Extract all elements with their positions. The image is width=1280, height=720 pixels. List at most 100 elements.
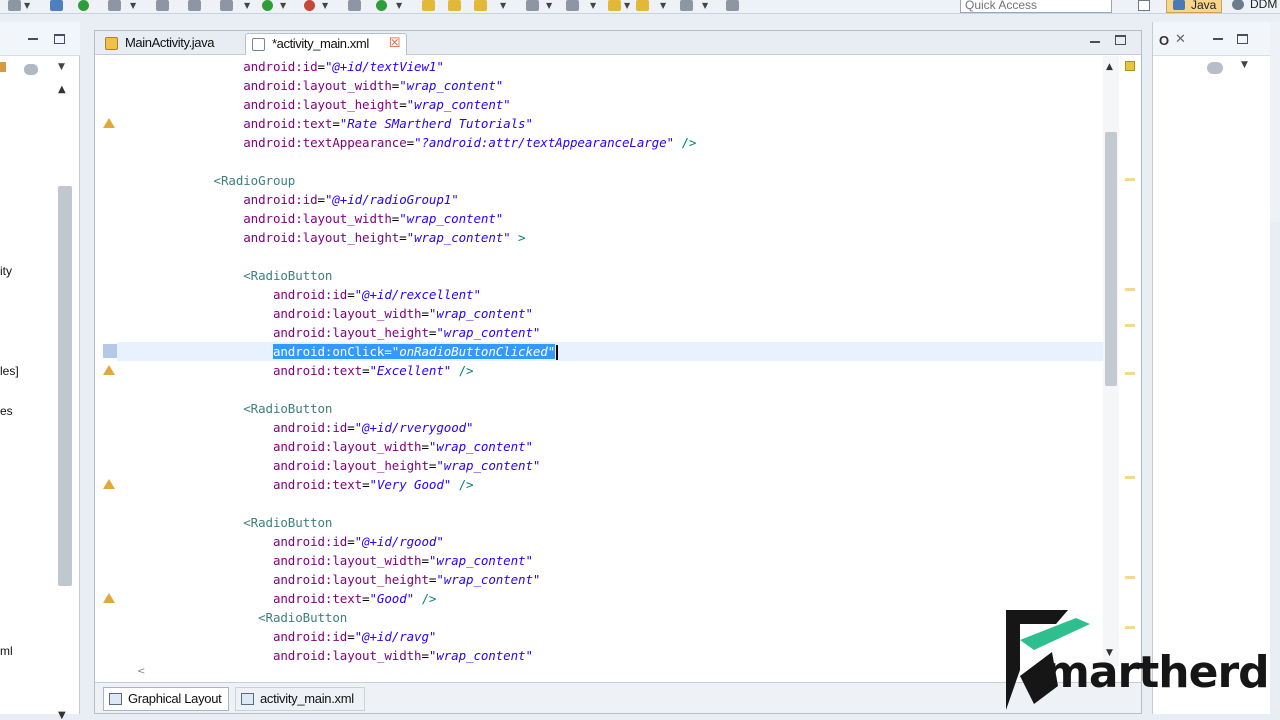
code-line[interactable]: android:layout_width="wrap_content" — [117, 551, 1103, 570]
open-perspective-icon[interactable] — [1138, 0, 1150, 11]
overview-warning-mark[interactable] — [1125, 324, 1135, 327]
chevron-down-icon[interactable]: ▼ — [624, 1, 630, 10]
tab-activity-main-xml[interactable]: *activity_main.xml ☒ — [245, 33, 407, 55]
maximize-icon[interactable] — [1237, 34, 1248, 44]
chevron-down-icon[interactable]: ▼ — [546, 1, 552, 10]
scroll-down-icon[interactable]: ▼ — [58, 710, 66, 720]
maximize-icon[interactable] — [54, 34, 65, 44]
warning-summary-icon[interactable] — [1125, 61, 1135, 71]
overview-warning-mark[interactable] — [1125, 576, 1135, 579]
code-line[interactable]: android:text="Good" /> — [117, 589, 1103, 608]
code-line[interactable]: android:layout_width="wrap_content" — [117, 209, 1103, 228]
save-icon[interactable] — [50, 0, 63, 11]
code-line[interactable]: <RadioGroup — [117, 171, 1103, 190]
code-line[interactable]: android:id="@+id/textView1" — [117, 57, 1103, 76]
back-icon[interactable] — [608, 0, 621, 11]
overview-warning-mark[interactable] — [1125, 372, 1135, 375]
code-line[interactable]: android:layout_height="wrap_content" > — [117, 228, 1103, 247]
new-class-icon[interactable] — [376, 0, 387, 11]
close-icon[interactable]: ✕ — [1175, 32, 1186, 47]
code-line[interactable]: android:text="Rate SMartherd Tutorials" — [117, 114, 1103, 133]
run-icon[interactable] — [262, 0, 273, 11]
close-tab-icon[interactable]: ☒ — [389, 34, 401, 54]
code-line[interactable] — [117, 247, 1103, 266]
print-icon[interactable] — [78, 0, 89, 11]
open-task-icon[interactable] — [448, 0, 461, 11]
open-type-icon[interactable] — [422, 0, 435, 11]
chevron-down-icon[interactable]: ▼ — [280, 1, 286, 10]
tree-item[interactable]: ml — [0, 644, 13, 658]
scrollbar-thumb[interactable] — [1105, 132, 1117, 386]
scroll-up-icon[interactable]: ▲ — [1106, 62, 1113, 72]
view-menu-icon[interactable]: ▼ — [58, 62, 65, 72]
chevron-down-icon[interactable]: ▼ — [590, 1, 596, 10]
pin-editor-icon[interactable] — [680, 0, 693, 11]
debug-icon[interactable] — [220, 0, 233, 11]
code-line[interactable]: android:layout_width="wrap_content" — [117, 304, 1103, 323]
code-line[interactable]: <RadioButton — [117, 608, 1103, 627]
link-editor-icon[interactable] — [24, 64, 38, 75]
search-icon[interactable] — [188, 0, 201, 11]
code-line[interactable]: android:layout_height="wrap_content" — [117, 456, 1103, 475]
chevron-down-icon[interactable]: ▼ — [396, 1, 402, 10]
android-sdk-icon[interactable] — [156, 0, 169, 11]
scroll-left-icon[interactable]: < — [137, 666, 145, 677]
tab-graphical-layout[interactable]: Graphical Layout — [103, 687, 229, 711]
annotation-icon[interactable] — [526, 0, 539, 11]
forward-icon[interactable] — [636, 0, 649, 11]
code-line[interactable]: android:id="@+id/rexcellent" — [117, 285, 1103, 304]
code-line[interactable]: android:onClick="onRadioButtonClicked" — [117, 342, 1103, 361]
view-icon[interactable] — [726, 0, 739, 11]
new-java-project-icon[interactable] — [348, 0, 361, 11]
code-line[interactable]: android:id="@+id/rverygood" — [117, 418, 1103, 437]
code-line[interactable]: <RadioButton — [117, 513, 1103, 532]
chevron-down-icon[interactable]: ▼ — [130, 1, 136, 10]
quick-access-input[interactable] — [960, 0, 1112, 13]
code-line[interactable] — [117, 380, 1103, 399]
next-annotation-icon[interactable] — [566, 0, 579, 11]
code-line[interactable] — [117, 494, 1103, 513]
code-line[interactable]: android:layout_height="wrap_content" — [117, 95, 1103, 114]
code-line[interactable]: android:id="@+id/rgood" — [117, 532, 1103, 551]
perspective-java[interactable]: Java — [1166, 0, 1222, 13]
tab-xml-source[interactable]: activity_main.xml — [235, 687, 365, 711]
code-line[interactable] — [117, 152, 1103, 171]
outline-toolbar-icon[interactable] — [1207, 62, 1223, 74]
search-file-icon[interactable] — [474, 0, 487, 11]
chevron-down-icon[interactable]: ▼ — [322, 1, 328, 10]
chevron-down-icon[interactable]: ▼ — [24, 1, 30, 10]
warning-icon[interactable] — [103, 118, 115, 128]
chevron-down-icon[interactable]: ▼ — [660, 1, 666, 10]
minimize-icon[interactable] — [28, 38, 38, 40]
perspective-ddms[interactable]: DDM — [1228, 0, 1280, 13]
tree-item[interactable]: ity — [0, 264, 12, 278]
code-line[interactable]: android:id="@+id/radioGroup1" — [117, 190, 1103, 209]
outline-view-icon[interactable]: O — [1159, 33, 1169, 48]
overview-warning-mark[interactable] — [1125, 178, 1135, 181]
new-icon[interactable] — [8, 0, 21, 11]
collapse-all-icon[interactable] — [0, 62, 6, 72]
warning-icon[interactable] — [103, 593, 115, 603]
code-line[interactable]: android:layout_height="wrap_content" — [117, 323, 1103, 342]
code-line[interactable]: android:textAppearance="?android:attr/te… — [117, 133, 1103, 152]
minimize-icon[interactable] — [1090, 41, 1100, 43]
package-explorer-scrollbar[interactable] — [58, 186, 72, 586]
overview-warning-mark[interactable] — [1125, 288, 1135, 291]
code-line[interactable]: <RadioButton — [117, 266, 1103, 285]
warning-icon[interactable] — [103, 365, 115, 375]
code-line[interactable]: <RadioButton — [117, 399, 1103, 418]
warning-icon[interactable] — [103, 479, 115, 489]
vertical-scrollbar[interactable]: ▲ ▼ — [1103, 56, 1119, 666]
view-menu-icon[interactable]: ▼ — [1241, 60, 1248, 70]
code-line[interactable]: android:text="Excellent" /> — [117, 361, 1103, 380]
code-line[interactable]: android:layout_width="wrap_content" — [117, 76, 1103, 95]
chevron-down-icon[interactable]: ▼ — [244, 1, 250, 10]
code-line[interactable]: android:text="Very Good" /> — [117, 475, 1103, 494]
minimize-icon[interactable] — [1213, 38, 1223, 40]
code-line[interactable]: android:layout_height="wrap_content" — [117, 570, 1103, 589]
horizontal-scrollbar[interactable]: < — [117, 666, 1103, 680]
scroll-up-icon[interactable]: ▲ — [58, 84, 66, 95]
tree-item[interactable]: les] — [0, 364, 19, 378]
code-area[interactable]: android:id="@+id/textView1" android:layo… — [117, 56, 1103, 666]
chevron-down-icon[interactable]: ▼ — [500, 1, 506, 10]
